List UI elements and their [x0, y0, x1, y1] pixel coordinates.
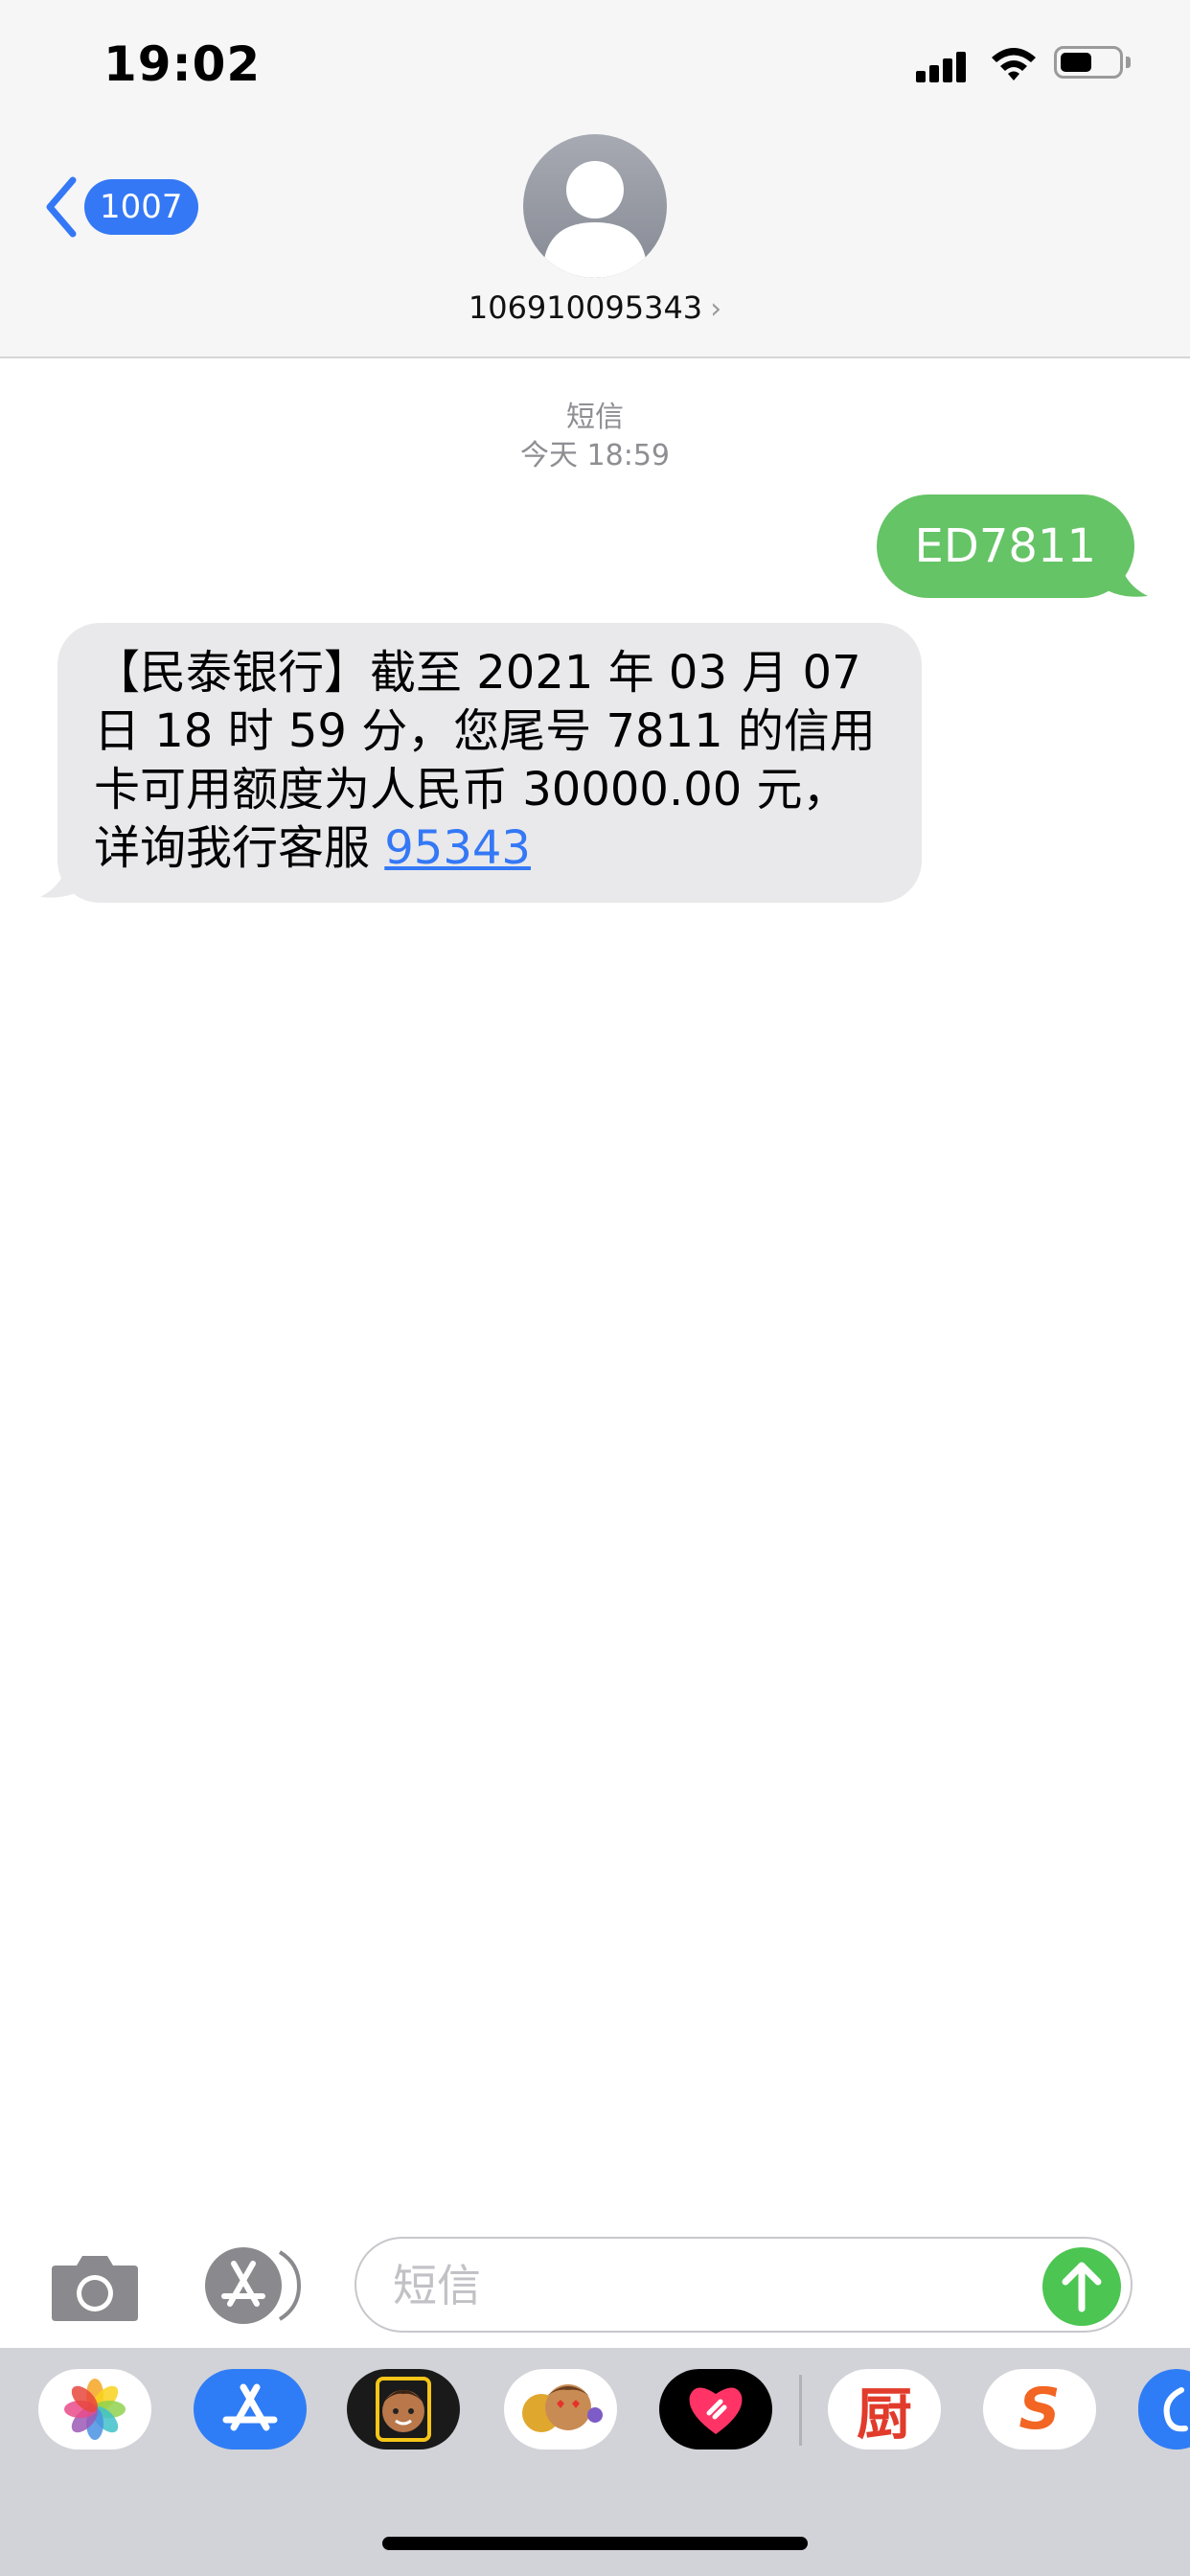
- message-input-field[interactable]: [355, 2237, 1133, 2333]
- home-indicator[interactable]: [382, 2537, 808, 2550]
- drawer-divider: [799, 2375, 802, 2446]
- xiachufang-icon: 厨: [856, 2381, 912, 2447]
- phone-number-link[interactable]: 95343: [384, 821, 531, 875]
- thread-timestamp: 今天 18:59: [520, 439, 670, 472]
- app-animoji-stickers[interactable]: [504, 2369, 617, 2450]
- app-store-button[interactable]: [199, 2246, 307, 2325]
- app-store-icon: [222, 2383, 278, 2431]
- wifi-icon: [992, 48, 1036, 80]
- arrow-up-icon: [1062, 2262, 1102, 2312]
- chevron-left-icon: [46, 176, 77, 238]
- partial-app-icon: [1163, 2387, 1188, 2432]
- sogou-icon: S: [1018, 2376, 1061, 2443]
- contact-avatar[interactable]: [523, 134, 667, 278]
- contact-name[interactable]: 106910095343 ›: [0, 289, 1190, 326]
- app-app-store[interactable]: [194, 2369, 307, 2450]
- heart-icon: [689, 2387, 743, 2434]
- memoji-icon: [376, 2377, 431, 2442]
- contact-number: 106910095343: [468, 289, 703, 326]
- app-xiachufang[interactable]: 厨: [828, 2369, 941, 2450]
- nav-header: 19:02 1007 106910095343 ›: [0, 0, 1190, 358]
- animoji-stickers-icon: [522, 2384, 603, 2432]
- message-input[interactable]: [391, 2239, 1027, 2333]
- cellular-signal-icon: [916, 50, 970, 82]
- status-time: 19:02: [103, 36, 262, 92]
- sent-bubble-tail: [1096, 554, 1148, 597]
- thread-service-label: 短信: [566, 401, 624, 434]
- camera-icon[interactable]: [50, 2252, 140, 2323]
- back-button[interactable]: 1007: [42, 172, 198, 242]
- app-memoji[interactable]: [347, 2369, 460, 2450]
- person-icon: [544, 161, 646, 278]
- app-sogou[interactable]: S: [983, 2369, 1096, 2450]
- photos-icon: [64, 2379, 126, 2440]
- send-button[interactable]: [1042, 2247, 1121, 2326]
- sent-message-text: ED7811: [914, 519, 1096, 573]
- chevron-right-icon: ›: [710, 292, 722, 326]
- received-bubble-tail: [40, 851, 92, 898]
- app-digital-touch[interactable]: [659, 2369, 772, 2450]
- unread-count-badge: 1007: [84, 179, 198, 235]
- received-message-bubble[interactable]: 【民泰银行】截至 2021 年 03 月 07 日 18 时 59 分，您尾号 …: [57, 623, 922, 903]
- battery-icon: [1054, 46, 1123, 79]
- status-icons: [916, 42, 1146, 86]
- app-photos[interactable]: [38, 2369, 151, 2450]
